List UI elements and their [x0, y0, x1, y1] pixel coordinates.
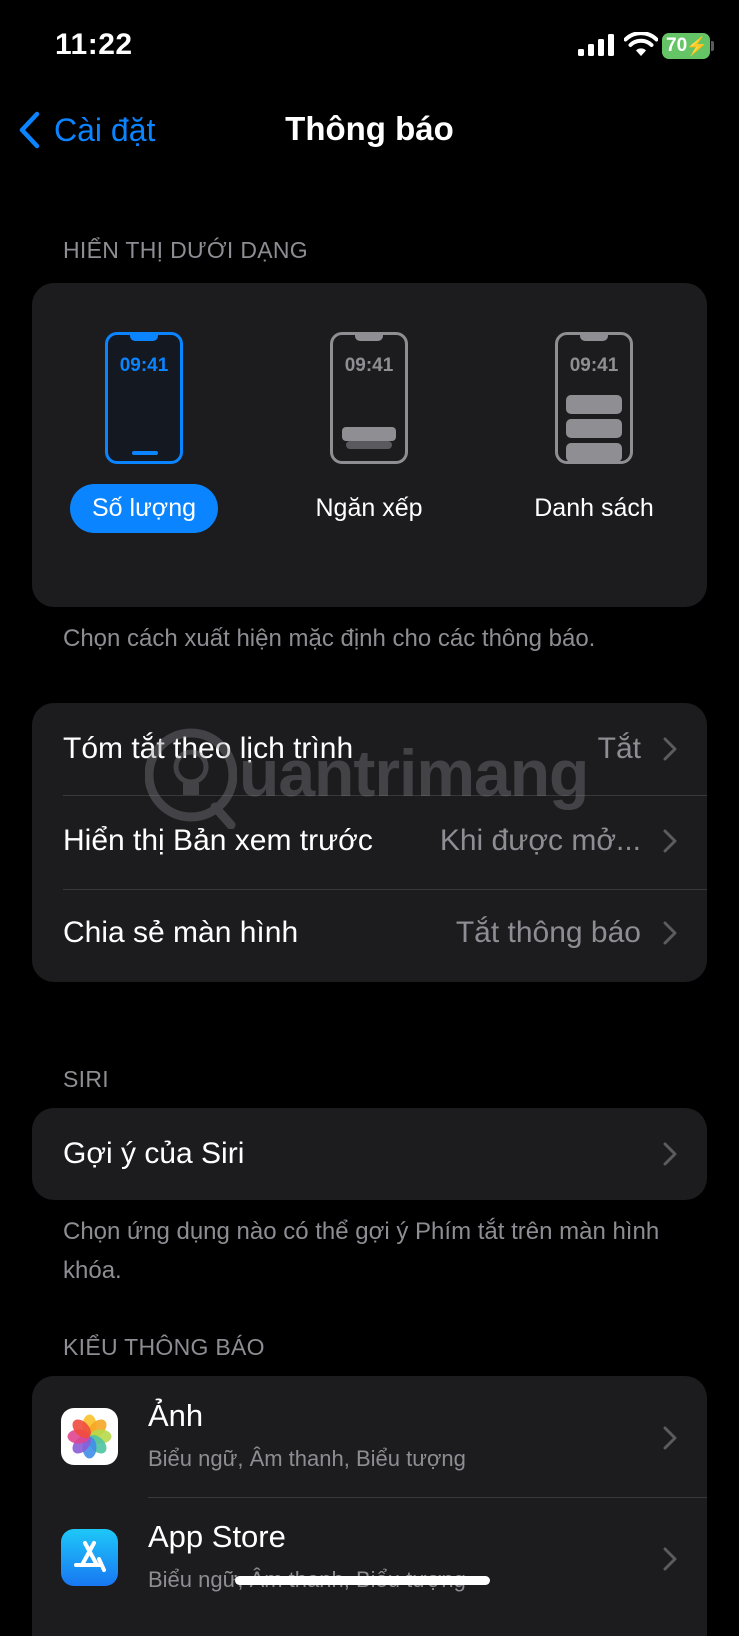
style-label: Số lượng [69, 484, 219, 533]
row-value: Tắt [597, 732, 641, 765]
row-label: Hiển thị Bản xem trước [63, 824, 373, 857]
style-label: Danh sách [534, 494, 654, 522]
siri-group: Gợi ý của Siri [32, 1108, 707, 1200]
display-as-footer: Chọn cách xuất hiện mặc định cho các thô… [63, 625, 596, 652]
app-store-icon [61, 1529, 118, 1586]
style-option-list[interactable]: 09:41 Danh sách [494, 332, 694, 533]
battery-level: 70 [666, 35, 688, 56]
phone-preview: 09:41 [330, 332, 408, 464]
home-indicator[interactable] [235, 1576, 490, 1585]
style-option-stack[interactable]: 09:41 Ngăn xếp [269, 332, 469, 533]
app-subtitle: Biểu ngữ, Âm thanh, Biểu tượng [148, 1446, 466, 1471]
chevron-right-icon [663, 1142, 677, 1166]
row-label: Chia sẻ màn hình [63, 916, 299, 949]
chevron-right-icon [663, 737, 677, 761]
cellular-signal-icon [578, 34, 614, 56]
chevron-right-icon [663, 1426, 677, 1450]
app-row-photos[interactable]: Ảnh Biểu ngữ, Âm thanh, Biểu tượng [32, 1376, 707, 1497]
wifi-icon [624, 32, 658, 56]
screen-sharing-row[interactable]: Chia sẻ màn hình Tắt thông báo [32, 887, 707, 979]
chevron-right-icon [663, 921, 677, 945]
battery-cap [711, 41, 714, 51]
page-title: Thông báo [285, 110, 454, 147]
scheduled-summary-row[interactable]: Tóm tắt theo lịch trình Tắt [32, 703, 707, 795]
display-style-card: 09:41 Số lượng 09:41 Ngăn xếp 09:41 Danh… [32, 283, 707, 607]
show-previews-row[interactable]: Hiển thị Bản xem trước Khi được mở... [32, 795, 707, 887]
display-as-header: HIỂN THỊ DƯỚI DẠNG [63, 237, 308, 263]
siri-suggestions-row[interactable]: Gợi ý của Siri [32, 1108, 707, 1200]
charging-bolt-icon: ⚡ [685, 36, 708, 56]
app-name: App Store [148, 1519, 286, 1554]
row-value: Tắt thông báo [455, 916, 641, 949]
settings-group: Tóm tắt theo lịch trình Tắt Hiển thị Bản… [32, 703, 707, 982]
notification-style-header: KIỂU THÔNG BÁO [63, 1334, 265, 1360]
row-label: Gợi ý của Siri [63, 1137, 245, 1170]
app-name: Ảnh [148, 1398, 204, 1433]
row-value: Khi được mở... [439, 824, 641, 857]
phone-preview: 09:41 [555, 332, 633, 464]
photos-icon [61, 1408, 118, 1465]
app-list: Ảnh Biểu ngữ, Âm thanh, Biểu tượng App S… [32, 1376, 707, 1636]
battery-indicator: 70 ⚡ [662, 33, 710, 59]
row-label: Tóm tắt theo lịch trình [63, 732, 354, 765]
style-option-count[interactable]: 09:41 Số lượng [44, 332, 244, 533]
chevron-right-icon [663, 829, 677, 853]
style-label: Ngăn xếp [315, 494, 423, 522]
chevron-right-icon [663, 1547, 677, 1571]
siri-header: SIRI [63, 1066, 109, 1092]
siri-footer: Chọn ứng dụng nào có thể gợi ý Phím tắt … [63, 1218, 660, 1284]
status-time: 11:22 [55, 28, 133, 61]
phone-preview: 09:41 [105, 332, 183, 464]
